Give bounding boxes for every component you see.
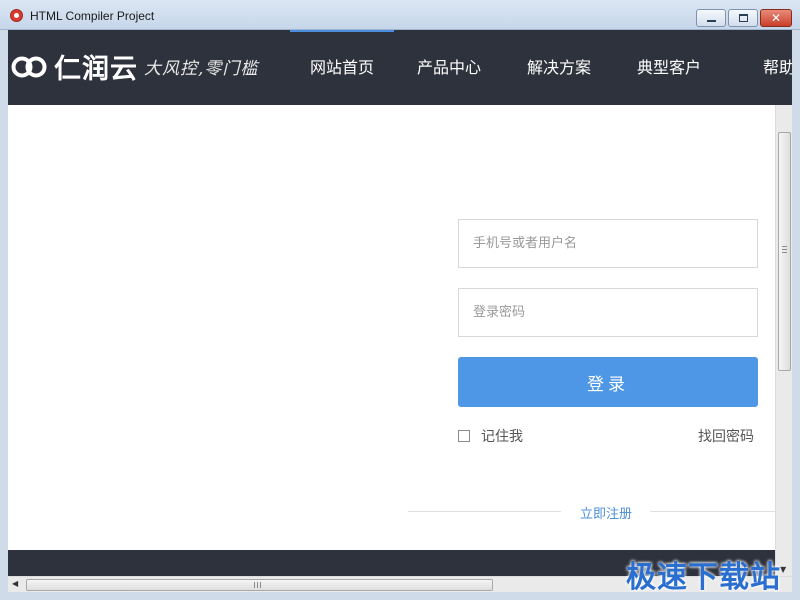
nav-item-products[interactable]: 产品中心 [394, 30, 504, 105]
remember-checkbox[interactable] [458, 430, 470, 442]
window-controls: ✕ [696, 9, 792, 27]
minimize-icon [707, 20, 716, 22]
brand-slogan: 大风控,零门槛 [144, 59, 259, 79]
window-titlebar: HTML Compiler Project ✕ [0, 0, 800, 30]
login-button[interactable]: 登录 [458, 357, 758, 407]
scroll-left-icon[interactable]: ◀ [12, 579, 18, 588]
remember-me[interactable]: 记住我 [458, 426, 523, 446]
grip-icon [782, 246, 787, 253]
site-logo[interactable]: 仁润云 大风控,零门槛 [10, 47, 258, 86]
horizontal-scroll-thumb[interactable] [26, 579, 493, 591]
password-input[interactable] [458, 288, 758, 337]
app-icon [10, 9, 23, 22]
vertical-scroll-thumb[interactable] [778, 132, 791, 371]
browser-content: 仁润云 大风控,零门槛 网站首页 产品中心 解决方案 典型客户 帮助 登录 记住… [8, 30, 792, 592]
nav-item-customers[interactable]: 典型客户 [614, 30, 724, 105]
close-button[interactable]: ✕ [760, 9, 792, 27]
minimize-button[interactable] [696, 9, 726, 27]
main-nav: 网站首页 产品中心 解决方案 典型客户 帮助 [290, 30, 792, 105]
register-divider-left [408, 511, 561, 512]
nav-item-solutions[interactable]: 解决方案 [504, 30, 614, 105]
maximize-icon [739, 14, 748, 22]
remember-label: 记住我 [481, 429, 523, 445]
logo-mark-icon [11, 56, 47, 77]
forgot-password-link[interactable]: 找回密码 [698, 426, 754, 446]
register-link[interactable]: 立即注册 [580, 503, 632, 522]
username-input[interactable] [458, 219, 758, 268]
close-icon: ✕ [770, 11, 782, 25]
maximize-button[interactable] [728, 9, 758, 27]
site-header: 仁润云 大风控,零门槛 网站首页 产品中心 解决方案 典型客户 帮助 [8, 30, 792, 105]
watermark-text: 极速下载站 [626, 560, 781, 595]
window-title: HTML Compiler Project [30, 9, 155, 23]
nav-item-home[interactable]: 网站首页 [290, 30, 394, 105]
vertical-scrollbar[interactable]: ▼ [775, 105, 792, 576]
grip-icon [254, 582, 262, 588]
brand-name: 仁润云 [54, 54, 138, 85]
nav-item-help[interactable]: 帮助 [724, 30, 792, 105]
register-divider-right [650, 511, 775, 512]
